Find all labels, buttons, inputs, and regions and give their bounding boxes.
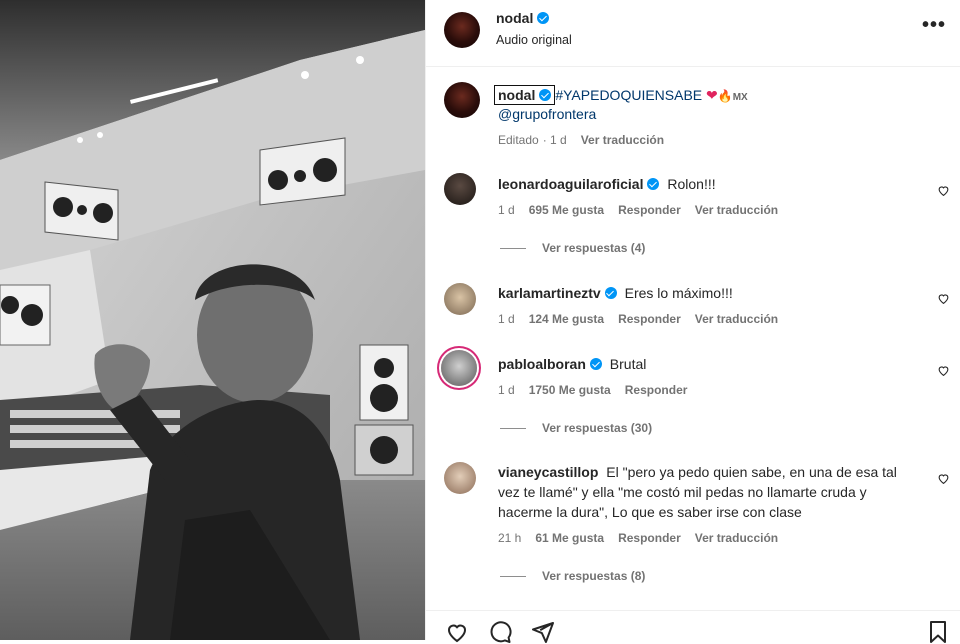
heart-emoji-icon: ❤: [706, 87, 718, 103]
replies-dash: [500, 576, 526, 578]
caption-translate[interactable]: Ver traducción: [581, 133, 664, 147]
comment-time: 1 d: [498, 312, 515, 326]
comment-time: 1 d: [498, 383, 515, 397]
view-replies[interactable]: Ver respuestas (30): [500, 421, 652, 435]
comment-text: Rolon!!!: [667, 176, 716, 192]
heart-icon[interactable]: [444, 620, 470, 644]
view-replies-label[interactable]: Ver respuestas (8): [542, 569, 645, 583]
replies-dash: [500, 248, 526, 250]
view-replies[interactable]: Ver respuestas (4): [500, 241, 645, 255]
verified-icon: [537, 12, 550, 24]
author-row: nodal: [496, 10, 550, 28]
bookmark-icon[interactable]: [926, 620, 950, 644]
verified-icon: [647, 178, 660, 190]
more-icon[interactable]: •••: [922, 14, 946, 37]
header-divider: [426, 66, 960, 67]
replies-dash: [500, 428, 526, 430]
view-replies[interactable]: Ver respuestas (8): [500, 569, 645, 583]
comment-text-line1: El "pero ya pedo quien sabe, en una de e…: [606, 464, 897, 480]
mexico-flag-icon: MX: [732, 92, 748, 103]
comment-meta: 1 d 1750 Me gusta Responder: [498, 383, 701, 397]
studio-photo: [0, 0, 425, 640]
view-replies-label[interactable]: Ver respuestas (4): [542, 241, 645, 255]
caption-mention[interactable]: @grupofrontera: [498, 106, 596, 122]
comment-meta: 1 d 124 Me gusta Responder Ver traducción: [498, 312, 792, 326]
translate-button[interactable]: Ver traducción: [695, 531, 778, 545]
comment-text-row: leonardoaguilaroficial Rolon!!!: [498, 174, 928, 194]
comment-likes[interactable]: 61 Me gusta: [535, 531, 604, 545]
comment-meta: 1 d 695 Me gusta Responder Ver traducción: [498, 203, 792, 217]
reply-button[interactable]: Responder: [625, 383, 688, 397]
comment-likes[interactable]: 1750 Me gusta: [529, 383, 611, 397]
comment-text-line3: hacerme la dura", Lo que es saber irse c…: [498, 504, 802, 520]
verified-icon: [604, 287, 617, 299]
verified-icon: [539, 89, 552, 101]
comment-username[interactable]: pabloalboran: [498, 356, 586, 372]
comment-text-row: vianeycastillop El "pero ya pedo quien s…: [498, 462, 928, 522]
comment-text-line2: vez te llamé" y ella "me costó mil pedas…: [498, 484, 867, 500]
caption-meta: Editado · 1 d Ver traducción: [498, 133, 678, 147]
translate-button[interactable]: Ver traducción: [695, 312, 778, 326]
share-icon[interactable]: [530, 620, 556, 644]
author-avatar[interactable]: [444, 12, 480, 48]
comment-username[interactable]: karlamartineztv: [498, 285, 601, 301]
view-replies-label[interactable]: Ver respuestas (30): [542, 421, 652, 435]
caption-avatar[interactable]: [444, 82, 480, 118]
translate-button[interactable]: Ver traducción: [695, 203, 778, 217]
comment-likes[interactable]: 695 Me gusta: [529, 203, 604, 217]
comment-time: 1 d: [498, 203, 515, 217]
post-media[interactable]: [0, 0, 425, 640]
fire-emoji-icon: 🔥: [717, 89, 733, 103]
heart-icon[interactable]: [937, 364, 950, 377]
comment-likes[interactable]: 124 Me gusta: [529, 312, 604, 326]
comment-username[interactable]: leonardoaguilaroficial: [498, 176, 643, 192]
comment-avatar[interactable]: [444, 462, 476, 494]
comment-text-row: pabloalboran Brutal: [498, 354, 928, 374]
comment-username[interactable]: vianeycastillop: [498, 464, 598, 480]
verified-icon: [589, 358, 602, 370]
reply-button[interactable]: Responder: [618, 312, 681, 326]
caption-line: nodal #YAPEDOQUIENSABE ❤🔥MX: [494, 85, 748, 105]
comment-avatar[interactable]: [441, 350, 477, 386]
comment-avatar[interactable]: [444, 173, 476, 205]
edited-label: Editado: [498, 133, 539, 147]
comment-text-row: karlamartineztv Eres lo máximo!!!: [498, 283, 928, 303]
reply-button[interactable]: Responder: [618, 203, 681, 217]
heart-icon[interactable]: [937, 184, 950, 197]
heart-icon[interactable]: [937, 472, 950, 485]
comment-meta: 21 h 61 Me gusta Responder Ver traducción: [498, 531, 792, 545]
reply-button[interactable]: Responder: [618, 531, 681, 545]
actions-divider: [426, 610, 960, 611]
post-panel: nodal Audio original ••• nodal #YAPEDOQUI…: [425, 0, 960, 643]
comment-text: Brutal: [609, 356, 647, 372]
author-username[interactable]: nodal: [496, 10, 533, 26]
comment-text: Eres lo máximo!!!: [624, 285, 733, 301]
caption-username[interactable]: nodal: [498, 87, 535, 103]
caption-username-box[interactable]: nodal: [494, 85, 556, 105]
heart-icon[interactable]: [937, 292, 950, 305]
comment-icon[interactable]: [487, 620, 513, 644]
audio-label[interactable]: Audio original: [496, 33, 572, 47]
comment-avatar[interactable]: [444, 283, 476, 315]
caption-hashtag[interactable]: #YAPEDOQUIENSABE: [555, 87, 702, 103]
comment-time: 21 h: [498, 531, 522, 545]
caption-time: · 1 d: [542, 133, 567, 147]
